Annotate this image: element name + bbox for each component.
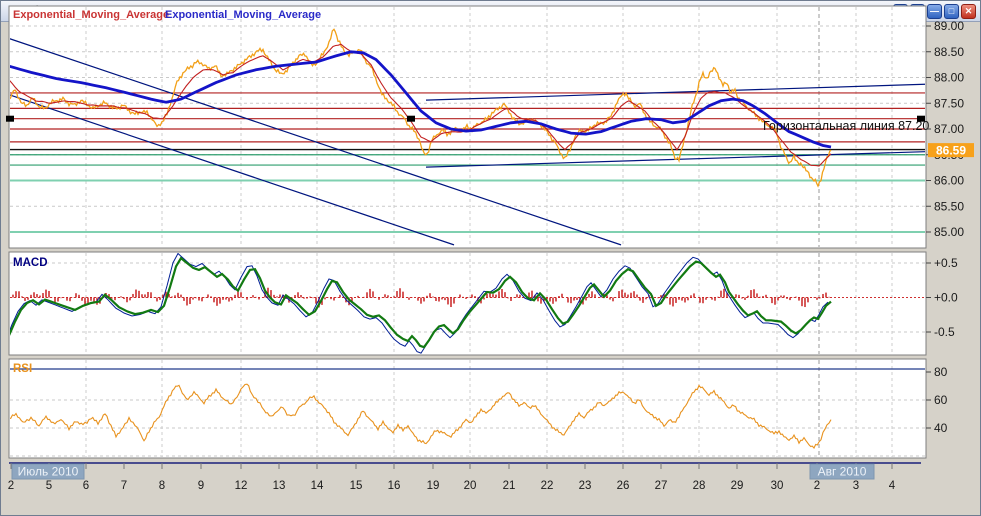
chart-window: График USD /JPY ЧАС ?II—□✕ Горизонтальна…	[0, 0, 981, 516]
rsi-pane-label: RSI	[13, 363, 32, 375]
date-label: 29	[731, 480, 744, 492]
date-label: 20	[464, 480, 477, 492]
date-label: 9	[198, 480, 204, 492]
rsi-axis-label: 40	[934, 421, 948, 435]
macd-axis-label: +0.5	[934, 256, 958, 270]
price-axis-label: 89.00	[934, 19, 964, 33]
legend-ema-red: Exponential_Moving_Average	[13, 9, 169, 21]
date-label: 26	[617, 480, 630, 492]
price-axis-label: 85.00	[934, 225, 964, 239]
date-label: 27	[655, 480, 668, 492]
date-label: 16	[388, 480, 401, 492]
date-label: 23	[579, 480, 592, 492]
price-axis-label: 88.50	[934, 45, 964, 59]
value-axis: 89.0088.5088.0087.5087.0086.5086.0085.50…	[926, 19, 964, 435]
month-badge-label: Июль 2010	[18, 465, 79, 479]
date-label: 28	[693, 480, 706, 492]
date-label: 30	[771, 480, 784, 492]
legend-ema-blue: Exponential_Moving_Average	[165, 9, 321, 21]
date-axis[interactable]: 2 5 6 7 8 9 12 13 14 15 16 19 20 21 22 23 26 27 28 29 30 2 3 4И…	[8, 462, 921, 492]
rsi-axis-label: 80	[934, 365, 948, 379]
date-label: 7	[121, 480, 127, 492]
date-label: 22	[541, 480, 554, 492]
date-label: 13	[273, 480, 286, 492]
rsi-pane[interactable]	[8, 358, 927, 459]
rsi-axis-label: 60	[934, 393, 948, 407]
date-label: 19	[427, 480, 440, 492]
date-label: 8	[159, 480, 165, 492]
price-axis-label: 86.00	[934, 174, 964, 188]
macd-axis-label: -0.5	[934, 325, 955, 339]
macd-pane[interactable]	[8, 251, 927, 356]
current-price-value: 86.59	[936, 144, 966, 158]
price-axis-label: 85.50	[934, 199, 964, 213]
chart-canvas[interactable]: Горизонтальная линия 87.20 Exponential_Mo…	[1, 1, 981, 496]
date-label: 2	[814, 480, 820, 492]
date-label: 12	[235, 480, 248, 492]
macd-axis-label: +0.0	[934, 291, 958, 305]
date-label: 14	[311, 480, 324, 492]
date-label: 2	[8, 480, 14, 492]
price-axis-label: 87.50	[934, 96, 964, 110]
month-badge-label: Авг 2010	[818, 465, 867, 479]
date-label: 4	[889, 480, 896, 492]
macd-pane-label: MACD	[13, 257, 48, 269]
date-label: 21	[503, 480, 516, 492]
price-axis-label: 88.00	[934, 71, 964, 85]
price-axis-label: 87.00	[934, 122, 964, 136]
date-label: 3	[853, 480, 859, 492]
horizontal-line-label: Горизонтальная линия 87.20	[763, 119, 929, 133]
date-label: 5	[46, 480, 52, 492]
date-label: 6	[83, 480, 89, 492]
date-label: 15	[350, 480, 363, 492]
